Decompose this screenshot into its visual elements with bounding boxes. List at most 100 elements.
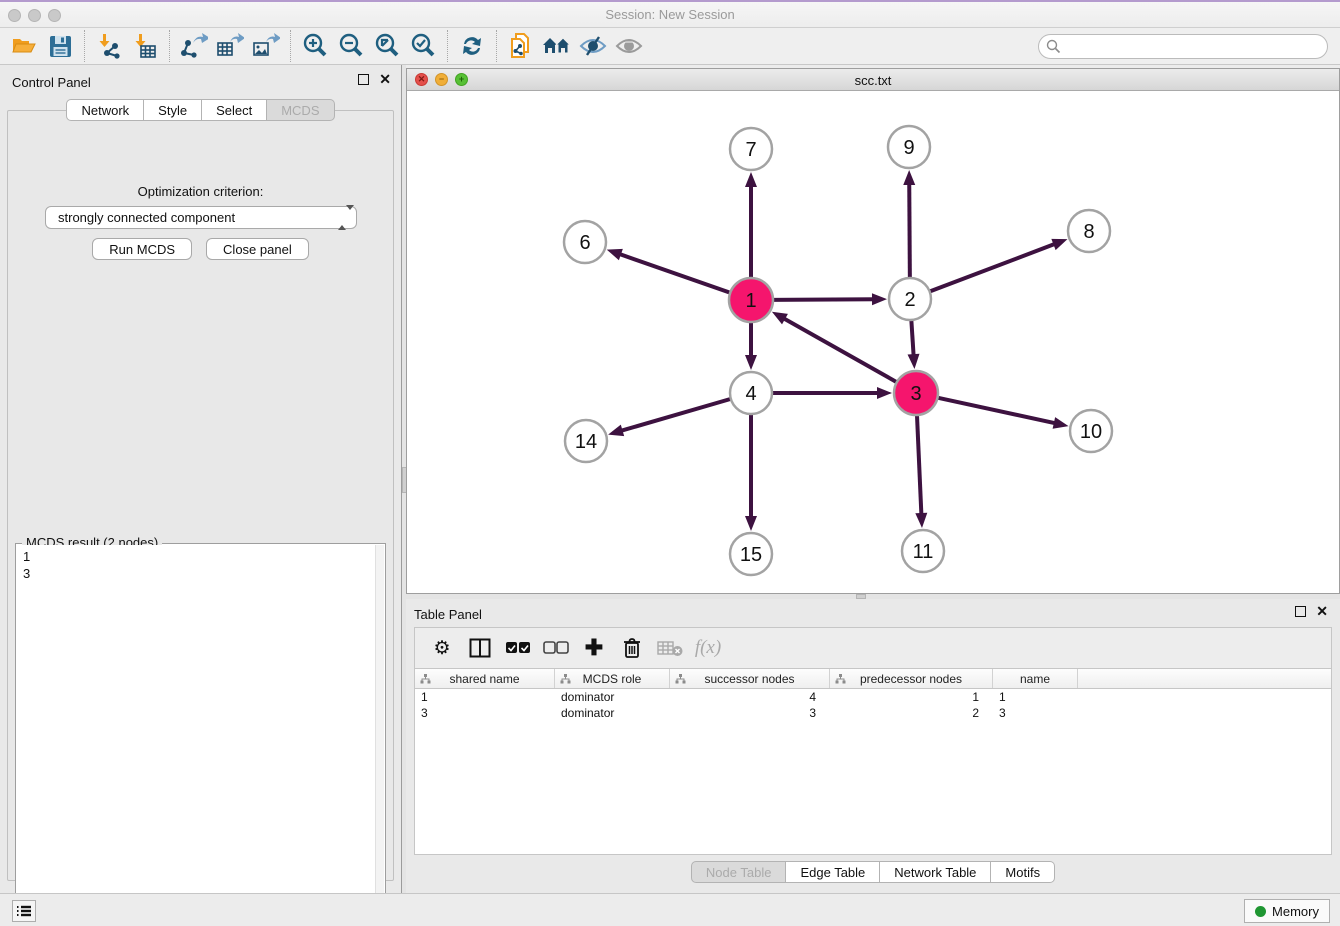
cell-name[interactable]: 3 <box>993 705 1078 721</box>
first-neighbors-button[interactable] <box>539 31 575 61</box>
hide-graphics-details-button[interactable] <box>611 31 647 61</box>
edge-2-9[interactable] <box>903 170 915 278</box>
zoom-fit-button[interactable] <box>369 31 405 61</box>
network-canvas[interactable]: 7 9 6 8 1 2 4 3 14 10 15 11 <box>407 91 1339 593</box>
select-all-rows-button[interactable] <box>501 632 535 664</box>
export-image-icon <box>252 33 280 59</box>
edge-1-2[interactable] <box>773 293 887 305</box>
export-table-button[interactable] <box>212 31 248 61</box>
table-settings-button[interactable]: ⚙ <box>425 632 459 664</box>
arrowhead <box>1051 239 1067 250</box>
apply-layout-button[interactable] <box>454 31 490 61</box>
open-file-button[interactable] <box>6 31 42 61</box>
node-14[interactable]: 14 <box>565 420 607 462</box>
node-10[interactable]: 10 <box>1070 410 1112 452</box>
edge-4-3[interactable] <box>772 387 892 399</box>
node-label: 1 <box>745 290 756 312</box>
node-11[interactable]: 11 <box>902 530 944 572</box>
table-tab-network-table[interactable]: Network Table <box>880 861 991 883</box>
close-panel-button[interactable]: Close panel <box>206 238 309 260</box>
table-tab-node-table[interactable]: Node Table <box>691 861 787 883</box>
sitemap-icon <box>675 674 686 684</box>
clone-network-icon <box>508 32 534 60</box>
node-8[interactable]: 8 <box>1068 210 1110 252</box>
column-header-successor-nodes[interactable]: successor nodes <box>670 669 830 688</box>
import-network-button[interactable] <box>91 31 127 61</box>
tab-mcds[interactable]: MCDS <box>267 99 334 121</box>
column-header-MCDS-role[interactable]: MCDS role <box>555 669 670 688</box>
node-15[interactable]: 15 <box>730 533 772 575</box>
table-tab-motifs[interactable]: Motifs <box>991 861 1055 883</box>
cell-MCDS-role[interactable]: dominator <box>555 689 670 705</box>
export-network-button[interactable] <box>176 31 212 61</box>
cell-MCDS-role[interactable]: dominator <box>555 705 670 721</box>
node-2[interactable]: 2 <box>889 278 931 320</box>
column-header-shared-name[interactable]: shared name <box>415 669 555 688</box>
clone-network-button[interactable] <box>503 31 539 61</box>
show-task-history-button[interactable] <box>12 900 36 922</box>
node-4[interactable]: 4 <box>730 372 772 414</box>
save-session-button[interactable] <box>42 31 78 61</box>
table-tab-edge-table[interactable]: Edge Table <box>786 861 880 883</box>
zoom-in-button[interactable] <box>297 31 333 61</box>
search-input[interactable] <box>1038 34 1328 59</box>
table-row[interactable]: 1dominator411 <box>415 689 1331 705</box>
edge-3-11[interactable] <box>915 415 927 528</box>
cell-shared-name[interactable]: 1 <box>415 689 555 705</box>
deselect-all-rows-button[interactable] <box>539 632 573 664</box>
edge-2-3[interactable] <box>908 320 920 369</box>
columns-icon <box>469 638 491 658</box>
export-table-icon <box>216 33 244 59</box>
node-6[interactable]: 6 <box>564 221 606 263</box>
node-3-selected[interactable]: 3 <box>894 371 938 415</box>
cell-shared-name[interactable]: 3 <box>415 705 555 721</box>
sitemap-icon <box>560 674 571 684</box>
node-9[interactable]: 9 <box>888 126 930 168</box>
optimization-criterion-label: Optimization criterion: <box>8 184 393 199</box>
column-header-predecessor-nodes[interactable]: predecessor nodes <box>830 669 993 688</box>
float-table-panel-icon[interactable] <box>1295 606 1306 617</box>
export-image-button[interactable] <box>248 31 284 61</box>
close-panel-icon[interactable]: ✕ <box>379 74 391 85</box>
delete-table-button[interactable] <box>653 632 687 664</box>
mcds-result-text[interactable]: 1 3 <box>17 545 375 920</box>
edge-4-15[interactable] <box>745 414 757 531</box>
cell-predecessor-nodes[interactable]: 2 <box>830 705 993 721</box>
arrowhead <box>908 354 920 369</box>
toolbar-separator <box>169 30 170 62</box>
node-1-selected[interactable]: 1 <box>729 278 773 322</box>
float-panel-icon[interactable] <box>358 74 369 85</box>
column-header-name[interactable]: name <box>993 669 1078 688</box>
cell-predecessor-nodes[interactable]: 1 <box>830 689 993 705</box>
table-row[interactable]: 3dominator323 <box>415 705 1331 721</box>
node-7[interactable]: 7 <box>730 128 772 170</box>
zoom-selected-icon <box>410 33 436 59</box>
show-columns-button[interactable] <box>463 632 497 664</box>
cell-successor-nodes[interactable]: 4 <box>670 689 830 705</box>
criterion-select[interactable]: strongly connected component <box>45 206 357 229</box>
zoom-out-button[interactable] <box>333 31 369 61</box>
cell-name[interactable]: 1 <box>993 689 1078 705</box>
tab-style[interactable]: Style <box>144 99 202 121</box>
edge-1-7[interactable] <box>745 172 757 278</box>
show-graphics-details-button[interactable] <box>575 31 611 61</box>
result-scrollbar[interactable] <box>375 545 384 920</box>
import-table-button[interactable] <box>127 31 163 61</box>
edge-4-14[interactable] <box>608 399 731 436</box>
delete-columns-button[interactable] <box>615 632 649 664</box>
edge-3-1[interactable] <box>772 312 897 382</box>
create-column-button[interactable]: ✚ <box>577 632 611 664</box>
edge-1-4[interactable] <box>745 322 757 370</box>
edge-2-8[interactable] <box>930 239 1068 292</box>
plus-icon: ✚ <box>585 635 603 661</box>
edge-3-10[interactable] <box>937 398 1068 429</box>
close-table-panel-icon[interactable]: ✕ <box>1316 606 1328 617</box>
tab-select[interactable]: Select <box>202 99 267 121</box>
edge-1-6[interactable] <box>607 249 731 293</box>
function-builder-button[interactable]: f(x) <box>691 632 725 664</box>
run-mcds-button[interactable]: Run MCDS <box>92 238 192 260</box>
tab-network[interactable]: Network <box>66 99 144 121</box>
zoom-selected-button[interactable] <box>405 31 441 61</box>
memory-button[interactable]: Memory <box>1244 899 1330 923</box>
cell-successor-nodes[interactable]: 3 <box>670 705 830 721</box>
